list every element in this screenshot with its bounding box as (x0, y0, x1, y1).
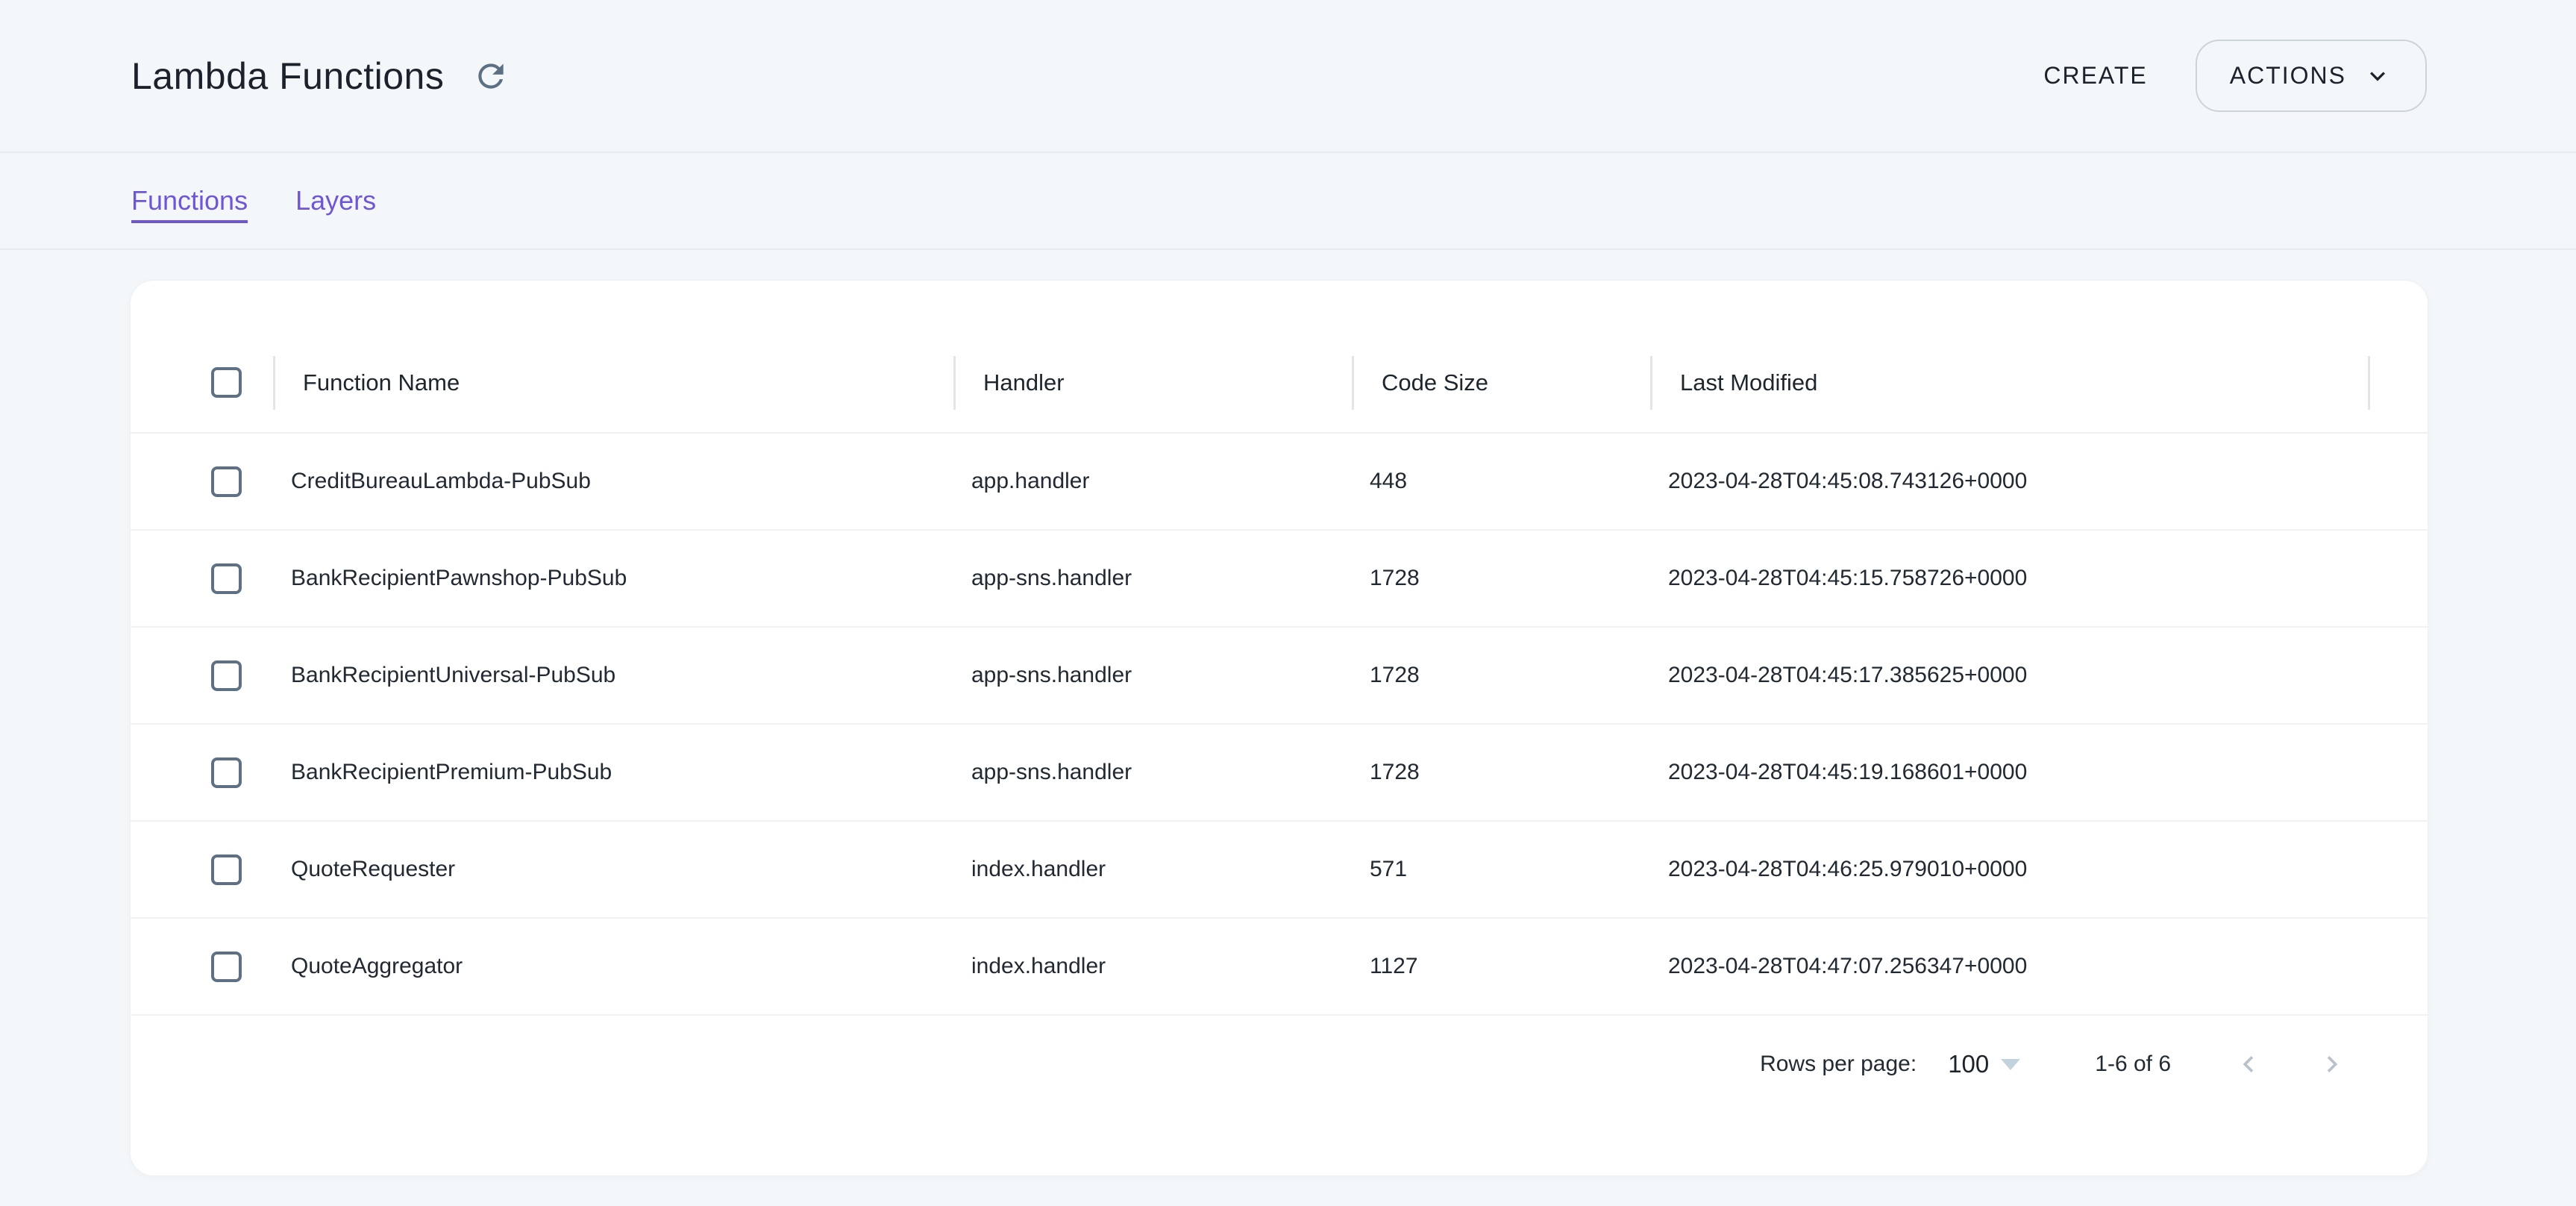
handler-cell: app-sns.handler (953, 663, 1352, 688)
last-modified-cell: 2023-04-28T04:45:19.168601+0000 (1650, 760, 2370, 785)
table-row: CreditBureauLambda-PubSub app.handler 44… (131, 434, 2428, 531)
handler-cell: index.handler (953, 857, 1352, 882)
page-title: Lambda Functions (131, 54, 444, 98)
code-size-cell: 1127 (1352, 954, 1650, 979)
handler-cell: app-sns.handler (953, 566, 1352, 591)
handler-cell: app.handler (953, 469, 1352, 494)
column-header-function-name: Function Name (273, 333, 953, 432)
table-pagination: Rows per page: 100 1-6 of 6 (131, 1016, 2428, 1113)
column-header-handler: Handler (953, 333, 1352, 432)
function-name-link[interactable]: BankRecipientPremium-PubSub (273, 760, 953, 785)
function-name-link[interactable]: QuoteAggregator (273, 954, 953, 979)
handler-cell: app-sns.handler (953, 760, 1352, 785)
code-size-cell: 1728 (1352, 566, 1650, 591)
function-name-link[interactable]: BankRecipientUniversal-PubSub (273, 663, 953, 688)
refresh-icon (472, 57, 510, 95)
create-button[interactable]: CREATE (2025, 47, 2165, 104)
rows-per-page-select[interactable]: 100 (1948, 1050, 2020, 1078)
row-checkbox[interactable] (211, 466, 242, 497)
table-row: BankRecipientPawnshop-PubSub app-sns.han… (131, 531, 2428, 628)
table-row: BankRecipientUniversal-PubSub app-sns.ha… (131, 628, 2428, 725)
row-checkbox[interactable] (211, 563, 242, 594)
tab-functions[interactable]: Functions (131, 185, 248, 216)
rows-per-page-value: 100 (1948, 1050, 1989, 1078)
row-checkbox[interactable] (211, 854, 242, 885)
functions-table-card: Function Name Handler Code Size Last Mod… (130, 280, 2428, 1176)
chevron-right-icon (2316, 1048, 2348, 1081)
table-header-row: Function Name Handler Code Size Last Mod… (131, 333, 2428, 434)
header-checkbox-cell (131, 367, 273, 398)
caret-down-icon (2001, 1059, 2020, 1070)
code-size-cell: 1728 (1352, 663, 1650, 688)
app-bar: Lambda Functions CREATE ACTIONS (0, 0, 2576, 153)
row-checkbox[interactable] (211, 952, 242, 982)
refresh-button[interactable] (466, 51, 515, 101)
previous-page-button[interactable] (2228, 1043, 2269, 1085)
table-row: QuoteRequester index.handler 571 2023-04… (131, 822, 2428, 919)
last-modified-cell: 2023-04-28T04:47:07.256347+0000 (1650, 954, 2370, 979)
row-checkbox[interactable] (211, 660, 242, 691)
tab-layers[interactable]: Layers (295, 185, 376, 216)
rows-per-page-label: Rows per page: (1760, 1052, 1917, 1077)
table-row: QuoteAggregator index.handler 1127 2023-… (131, 919, 2428, 1016)
chevron-down-icon (2363, 61, 2392, 91)
function-name-link[interactable]: BankRecipientPawnshop-PubSub (273, 566, 953, 591)
next-page-button[interactable] (2311, 1043, 2353, 1085)
row-checkbox[interactable] (211, 757, 242, 788)
code-size-cell: 448 (1352, 469, 1650, 494)
column-header-code-size: Code Size (1352, 333, 1650, 432)
last-modified-cell: 2023-04-28T04:46:25.979010+0000 (1650, 857, 2370, 882)
actions-dropdown-button[interactable]: ACTIONS (2196, 40, 2427, 112)
chevron-left-icon (2232, 1048, 2265, 1081)
last-modified-cell: 2023-04-28T04:45:08.743126+0000 (1650, 469, 2370, 494)
pagination-range-label: 1-6 of 6 (2095, 1052, 2171, 1077)
code-size-cell: 1728 (1352, 760, 1650, 785)
code-size-cell: 571 (1352, 857, 1650, 882)
function-name-link[interactable]: QuoteRequester (273, 857, 953, 882)
handler-cell: index.handler (953, 954, 1352, 979)
last-modified-cell: 2023-04-28T04:45:15.758726+0000 (1650, 566, 2370, 591)
select-all-checkbox[interactable] (211, 367, 242, 398)
tabs-bar: Functions Layers (0, 153, 2576, 250)
actions-button-label: ACTIONS (2230, 62, 2346, 90)
table-row: BankRecipientPremium-PubSub app-sns.hand… (131, 725, 2428, 822)
function-name-link[interactable]: CreditBureauLambda-PubSub (273, 469, 953, 494)
last-modified-cell: 2023-04-28T04:45:17.385625+0000 (1650, 663, 2370, 688)
column-header-last-modified: Last Modified (1650, 333, 2370, 432)
